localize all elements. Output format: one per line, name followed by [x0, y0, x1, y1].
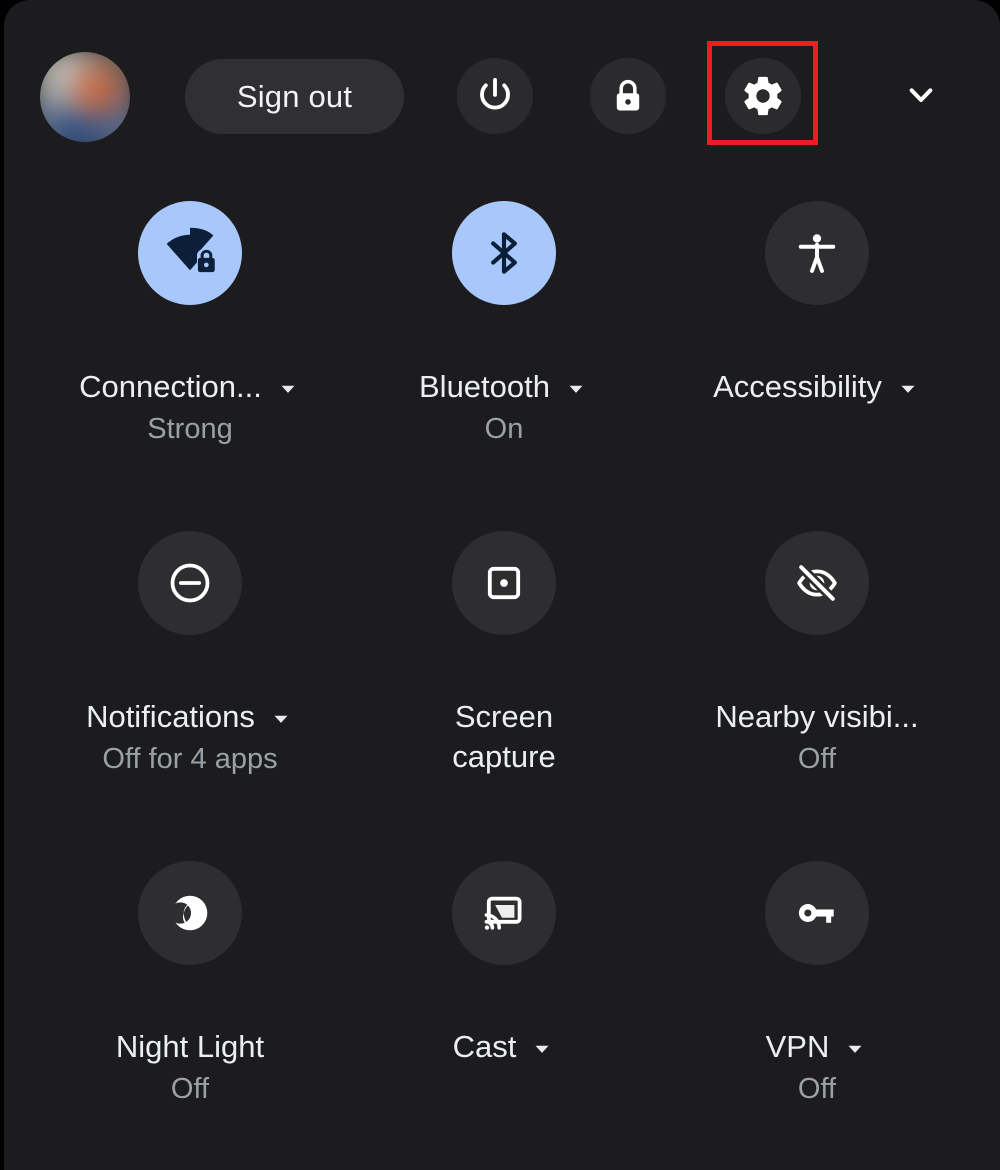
avatar-image: [40, 52, 130, 142]
chevron-down-icon: [909, 88, 933, 102]
chevron-down-icon[interactable]: [842, 1036, 868, 1062]
screen-capture-icon: [487, 566, 521, 600]
tile-icon-vpn[interactable]: [765, 861, 869, 965]
tile-label-row: Accessibility: [713, 367, 921, 407]
tile-icon-night-light[interactable]: [138, 861, 242, 965]
tile-screen-capture[interactable]: Screen capture: [344, 526, 664, 846]
tile-bluetooth[interactable]: Bluetooth On: [344, 196, 664, 516]
tile-icon-connection[interactable]: [138, 201, 242, 305]
tile-vpn[interactable]: VPN Off: [657, 856, 977, 1170]
tile-sublabel: Off: [797, 742, 837, 775]
chevron-down-icon[interactable]: [529, 1036, 555, 1062]
tile-label-row: Nearby visibi...: [715, 697, 918, 737]
tile-sublabel: Off: [170, 1072, 210, 1105]
tile-sublabel: On: [484, 412, 524, 445]
tile-label: Accessibility: [713, 369, 882, 404]
chevron-down-icon[interactable]: [275, 376, 301, 402]
tile-sublabel: Strong: [147, 412, 233, 445]
tile-cast[interactable]: Cast: [344, 856, 664, 1170]
quick-settings-header: Sign out: [4, 0, 1000, 190]
sign-out-label: Sign out: [236, 78, 353, 114]
key-icon: [798, 904, 834, 923]
tile-label: Bluetooth: [419, 369, 550, 404]
tile-connection[interactable]: Connection... Strong: [30, 196, 350, 516]
tile-night-light[interactable]: Night Light Off: [30, 856, 350, 1170]
chevron-down-icon[interactable]: [563, 376, 589, 402]
tile-label-row: Connection...: [79, 367, 301, 407]
tile-label: Screen capture: [452, 699, 556, 774]
collapse-button[interactable]: [888, 60, 954, 130]
tile-label-row: Night Light: [116, 1027, 264, 1067]
tile-row: Connection... Strong Bluetooth On Access…: [4, 196, 1000, 526]
tile-label: Connection...: [79, 369, 262, 404]
tile-label: Nearby visibi...: [715, 699, 919, 734]
power-icon: [480, 77, 510, 110]
tile-label-row: Cast: [453, 1027, 556, 1067]
tile-label-row: Notifications: [86, 697, 294, 737]
tile-sublabel: Off: [797, 1072, 837, 1105]
tile-accessibility[interactable]: Accessibility: [657, 196, 977, 516]
chevron-down-icon[interactable]: [895, 376, 921, 402]
tile-sublabel: Off for 4 apps: [102, 742, 278, 775]
tile-nearby-visibility[interactable]: Nearby visibi... Off: [657, 526, 977, 846]
eye-off-icon: [796, 562, 838, 604]
night-light-icon: [172, 895, 208, 931]
settings-button[interactable]: [725, 58, 801, 134]
tile-label-row: Screen capture: [452, 697, 555, 776]
tile-row: Notifications Off for 4 apps Screen capt…: [4, 526, 1000, 856]
quick-settings-grid: Connection... Strong Bluetooth On Access…: [4, 196, 1000, 1170]
do-not-disturb-icon: [170, 563, 210, 603]
tile-icon-cast[interactable]: [452, 861, 556, 965]
tile-label: Night Light: [115, 1029, 265, 1064]
tile-label: Cast: [452, 1029, 517, 1064]
avatar[interactable]: [40, 52, 130, 142]
tile-row: Night Light Off Cast VPN Off: [4, 856, 1000, 1170]
power-button[interactable]: [457, 58, 533, 134]
tile-label-row: Bluetooth: [419, 367, 589, 407]
tile-label: VPN: [765, 1029, 830, 1064]
gear-icon: [744, 76, 782, 116]
lock-icon: [616, 79, 640, 111]
wifi-locked-icon: [166, 227, 215, 273]
accessibility-icon: [798, 234, 836, 273]
tile-icon-nearby-visibility[interactable]: [765, 531, 869, 635]
tile-icon-screen-capture[interactable]: [452, 531, 556, 635]
tile-label: Notifications: [86, 699, 255, 734]
tile-icon-notifications[interactable]: [138, 531, 242, 635]
bluetooth-icon: [491, 232, 517, 274]
tile-label-row: VPN: [766, 1027, 869, 1067]
cast-icon: [484, 896, 522, 930]
lock-button[interactable]: [590, 58, 666, 134]
tile-icon-bluetooth[interactable]: [452, 201, 556, 305]
tile-notifications[interactable]: Notifications Off for 4 apps: [30, 526, 350, 846]
chevron-down-icon[interactable]: [268, 706, 294, 732]
sign-out-button[interactable]: Sign out: [185, 59, 404, 134]
tile-icon-accessibility[interactable]: [765, 201, 869, 305]
quick-settings-panel: Sign out Connection... Strong Bluetooth …: [4, 0, 1000, 1170]
